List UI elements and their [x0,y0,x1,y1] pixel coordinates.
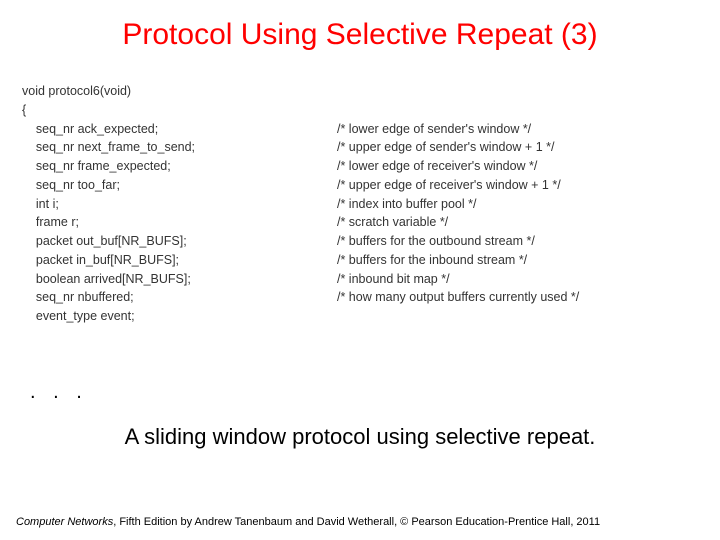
code-comment: /* index into buffer pool */ [337,195,476,214]
code-comment: /* upper edge of receiver's window + 1 *… [337,176,561,195]
code-decl: seq_nr nbuffered; [22,288,337,307]
code-decl: frame r; [22,213,337,232]
code-decl: seq_nr too_far; [22,176,337,195]
code-comment: /* buffers for the outbound stream */ [337,232,535,251]
footer-rest: , Fifth Edition by Andrew Tanenbaum and … [113,516,600,528]
footer-book-title: Computer Networks [16,516,113,528]
code-decl: seq_nr next_frame_to_send; [22,138,337,157]
page-title: Protocol Using Selective Repeat (3) [0,0,720,82]
code-comment: /* inbound bit map */ [337,270,450,289]
code-decl: seq_nr frame_expected; [22,157,337,176]
ellipsis: . . . [0,381,720,404]
code-comment: /* lower edge of sender's window */ [337,120,531,139]
code-decl: seq_nr ack_expected; [22,120,337,139]
code-comment: /* scratch variable */ [337,213,448,232]
code-line: { [22,101,337,120]
code-decl: event_type event; [22,307,337,326]
code-comment: /* lower edge of receiver's window */ [337,157,537,176]
footer: Computer Networks, Fifth Edition by Andr… [16,516,600,528]
code-comment: /* how many output buffers currently use… [337,288,579,307]
code-block: void protocol6(void) { seq_nr ack_expect… [0,82,720,326]
caption: A sliding window protocol using selectiv… [0,424,720,450]
code-decl: int i; [22,195,337,214]
code-decl: packet out_buf[NR_BUFS]; [22,232,337,251]
code-comment: /* buffers for the inbound stream */ [337,251,527,270]
code-comment: /* upper edge of sender's window + 1 */ [337,138,554,157]
code-decl: boolean arrived[NR_BUFS]; [22,270,337,289]
code-decl: packet in_buf[NR_BUFS]; [22,251,337,270]
code-line: void protocol6(void) [22,82,337,101]
